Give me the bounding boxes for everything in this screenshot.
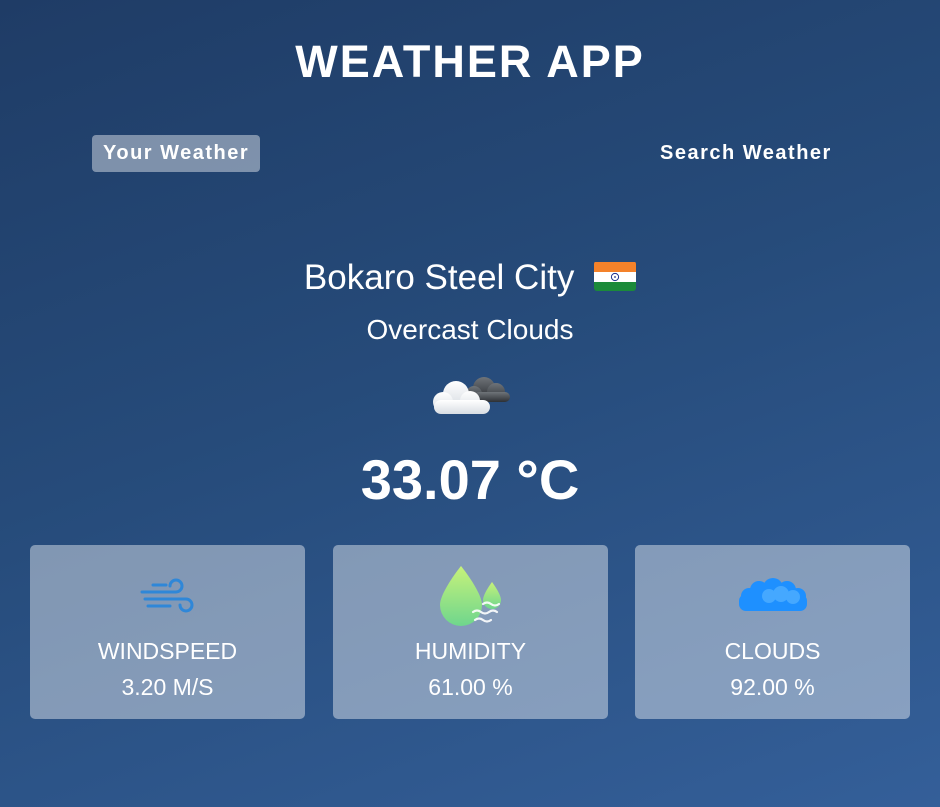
location-row: Bokaro Steel City (0, 258, 940, 298)
clouds-value: 92.00 % (730, 674, 815, 700)
clouds-label: CLOUDS (724, 638, 821, 664)
clouds-card: CLOUDS 92.00 % (635, 545, 910, 719)
windspeed-card: WINDSPEED 3.20 M/S (30, 545, 305, 719)
weather-description: Overcast Clouds (366, 314, 574, 345)
app-title: WEATHER APP (295, 36, 645, 87)
tab-search-weather[interactable]: Search Weather (649, 135, 843, 172)
humidity-card: HUMIDITY 61.00 % (333, 545, 608, 719)
humidity-label: HUMIDITY (414, 638, 527, 664)
temperature-value: 33.07 °C (360, 448, 580, 511)
wind-icon (30, 560, 305, 630)
windspeed-value: 3.20 M/S (121, 674, 214, 700)
overcast-clouds-icon (428, 366, 514, 422)
windspeed-label: WINDSPEED (97, 638, 238, 664)
humidity-value: 61.00 % (428, 674, 513, 700)
city-name: Bokaro Steel City (303, 258, 575, 297)
humidity-icon (333, 560, 608, 630)
tab-your-weather[interactable]: Your Weather (92, 135, 261, 172)
clouds-icon (635, 560, 910, 630)
india-flag-icon (594, 261, 637, 291)
